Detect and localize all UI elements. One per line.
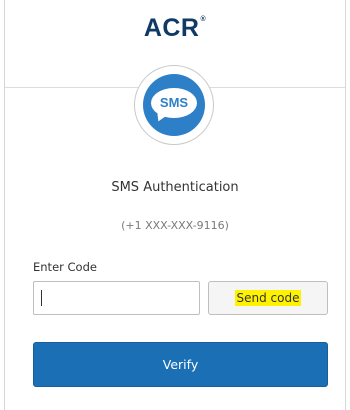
enter-code-label: Enter Code	[33, 260, 97, 274]
logo-text: ACR	[143, 14, 200, 42]
send-code-button[interactable]: Send code	[208, 281, 328, 315]
factor-badge: SMS	[134, 65, 214, 145]
auth-card: ACR® SMS SMS Authentication (+1 XXX-XXX-…	[4, 0, 346, 410]
text-caret	[41, 290, 42, 306]
code-input[interactable]	[33, 281, 200, 315]
acr-logo: ACR®	[5, 14, 345, 43]
sms-icon-label: SMS	[159, 95, 189, 110]
phone-number: (+1 XXX-XXX-9116)	[121, 219, 229, 232]
send-code-label: Send code	[234, 290, 302, 306]
logo-trademark: ®	[200, 16, 207, 23]
sms-icon-circle: SMS	[143, 74, 205, 136]
verify-button[interactable]: Verify	[33, 342, 328, 387]
page-title: SMS Authentication	[111, 180, 239, 195]
verify-label: Verify	[162, 357, 199, 372]
